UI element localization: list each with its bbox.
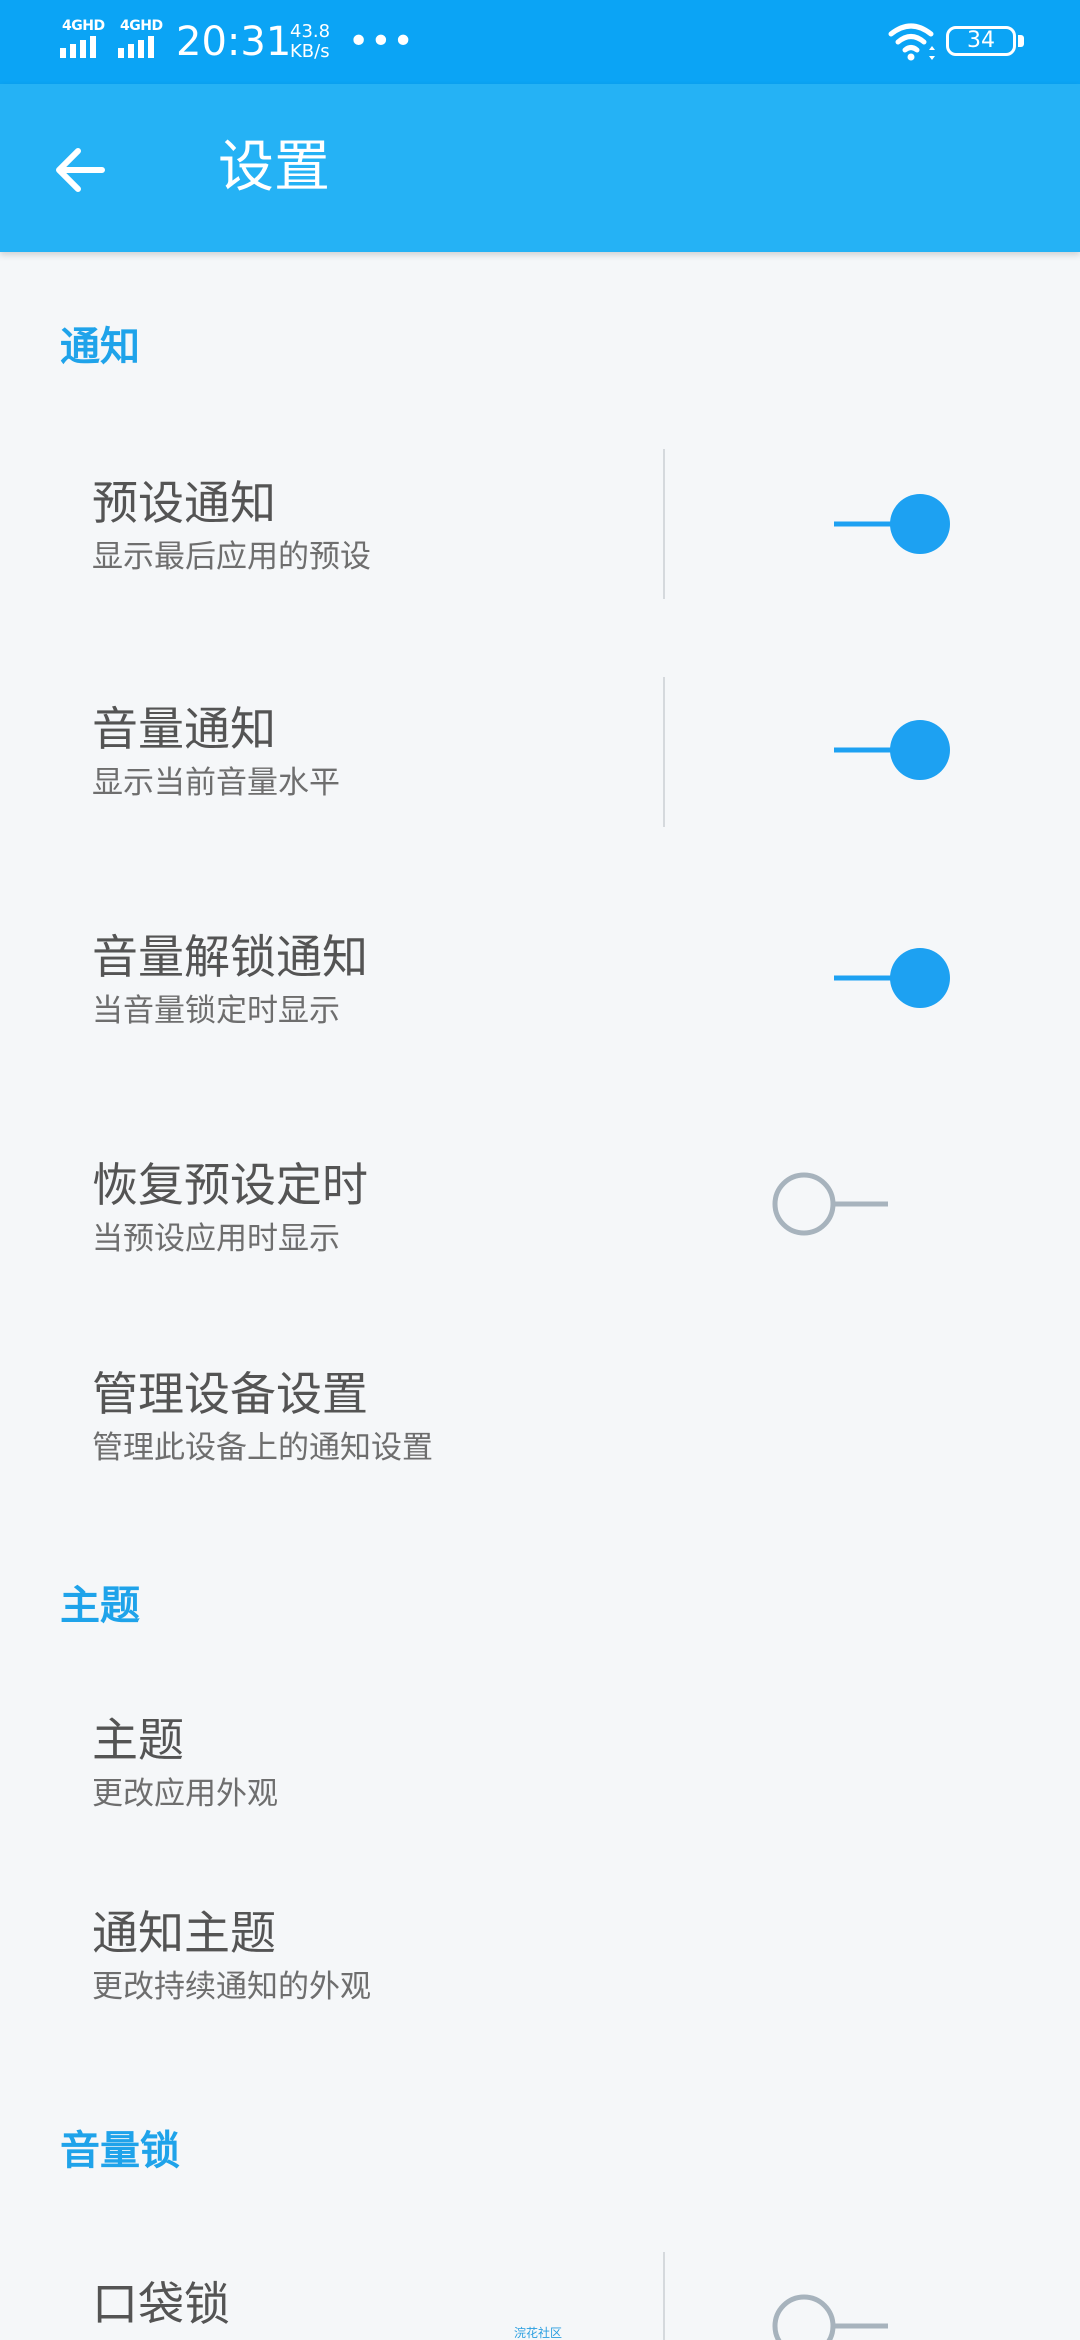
pref-title: 音量解锁通知 [92, 930, 368, 984]
volume-unlock-notification-switch[interactable] [820, 938, 1000, 1018]
section-header-volume-lock: 音量锁 [60, 2128, 180, 2174]
network-type-2: 4GHD [120, 18, 163, 34]
battery-tip [1018, 35, 1024, 47]
network-speed-value: 43.8 [290, 21, 331, 42]
section-header-notifications: 通知 [60, 324, 140, 370]
clock: 20:31 [176, 19, 292, 65]
pref-title: 恢复预设定时 [92, 1158, 368, 1212]
battery-icon: 34 [946, 26, 1016, 56]
arrow-left-icon [56, 148, 105, 192]
section-header-theme: 主题 [60, 1583, 140, 1629]
pref-summary: 显示最后应用的预设 [92, 539, 371, 575]
pref-summary: 管理此设备上的通知设置 [92, 1430, 433, 1466]
volume-unlock-notification-row[interactable]: 音量解锁通知 当音量锁定时显示 [0, 903, 1080, 1057]
pref-summary: 更改持续通知的外观 [92, 1969, 371, 2005]
cellular-signal-icon: 4GHD [58, 18, 110, 60]
signal-bars-icon [118, 36, 154, 58]
pref-title: 预设通知 [92, 476, 276, 530]
volume-notification-row[interactable]: 音量通知 显示当前音量水平 [0, 675, 1080, 829]
cellular-signal-icon: 4GHD [116, 18, 168, 60]
network-speed-unit: KB/s [290, 41, 330, 62]
preset-notification-switch[interactable] [820, 484, 1000, 564]
app-toolbar: 设置 [0, 84, 1080, 252]
manage-device-settings-row[interactable]: 管理设备设置 管理此设备上的通知设置 [0, 1340, 1080, 1494]
pref-title: 管理设备设置 [92, 1367, 368, 1421]
pref-summary: 当预设应用时显示 [92, 1221, 340, 1257]
pref-summary: 显示当前音量水平 [92, 765, 340, 801]
network-speed: 43.8 KB/s [290, 22, 350, 62]
preset-notification-row[interactable]: 预设通知 显示最后应用的预设 [0, 447, 1080, 601]
status-bar: 4GHD 4GHD 20:31 43.8 KB/s ••• 34 [0, 0, 1080, 84]
restore-preset-timer-switch[interactable] [760, 1164, 940, 1244]
pocket-lock-switch[interactable] [760, 2286, 940, 2340]
theme-row[interactable]: 主题 更改应用外观 [0, 1686, 1080, 1840]
pref-summary: 更改应用外观 [92, 1776, 278, 1812]
signal-bars-icon [60, 36, 96, 58]
more-notifications-icon: ••• [348, 21, 415, 62]
wifi-icon [888, 23, 935, 61]
network-type-1: 4GHD [62, 18, 105, 34]
pref-title: 音量通知 [92, 702, 276, 756]
divider [663, 2252, 665, 2340]
divider [663, 449, 665, 599]
notification-theme-row[interactable]: 通知主题 更改持续通知的外观 [0, 1879, 1080, 2033]
divider [663, 677, 665, 827]
pref-title: 主题 [92, 1713, 184, 1767]
pref-title: 口袋锁 [92, 2277, 230, 2331]
page-title: 设置 [218, 135, 330, 200]
volume-notification-switch[interactable] [820, 710, 1000, 790]
restore-preset-timer-row[interactable]: 恢复预设定时 当预设应用时显示 [0, 1131, 1080, 1285]
pref-summary: 当音量锁定时显示 [92, 993, 340, 1029]
back-button[interactable] [40, 130, 120, 210]
watermark-text: 浣花社区 [514, 2326, 563, 2340]
pref-title: 通知主题 [92, 1906, 276, 1960]
